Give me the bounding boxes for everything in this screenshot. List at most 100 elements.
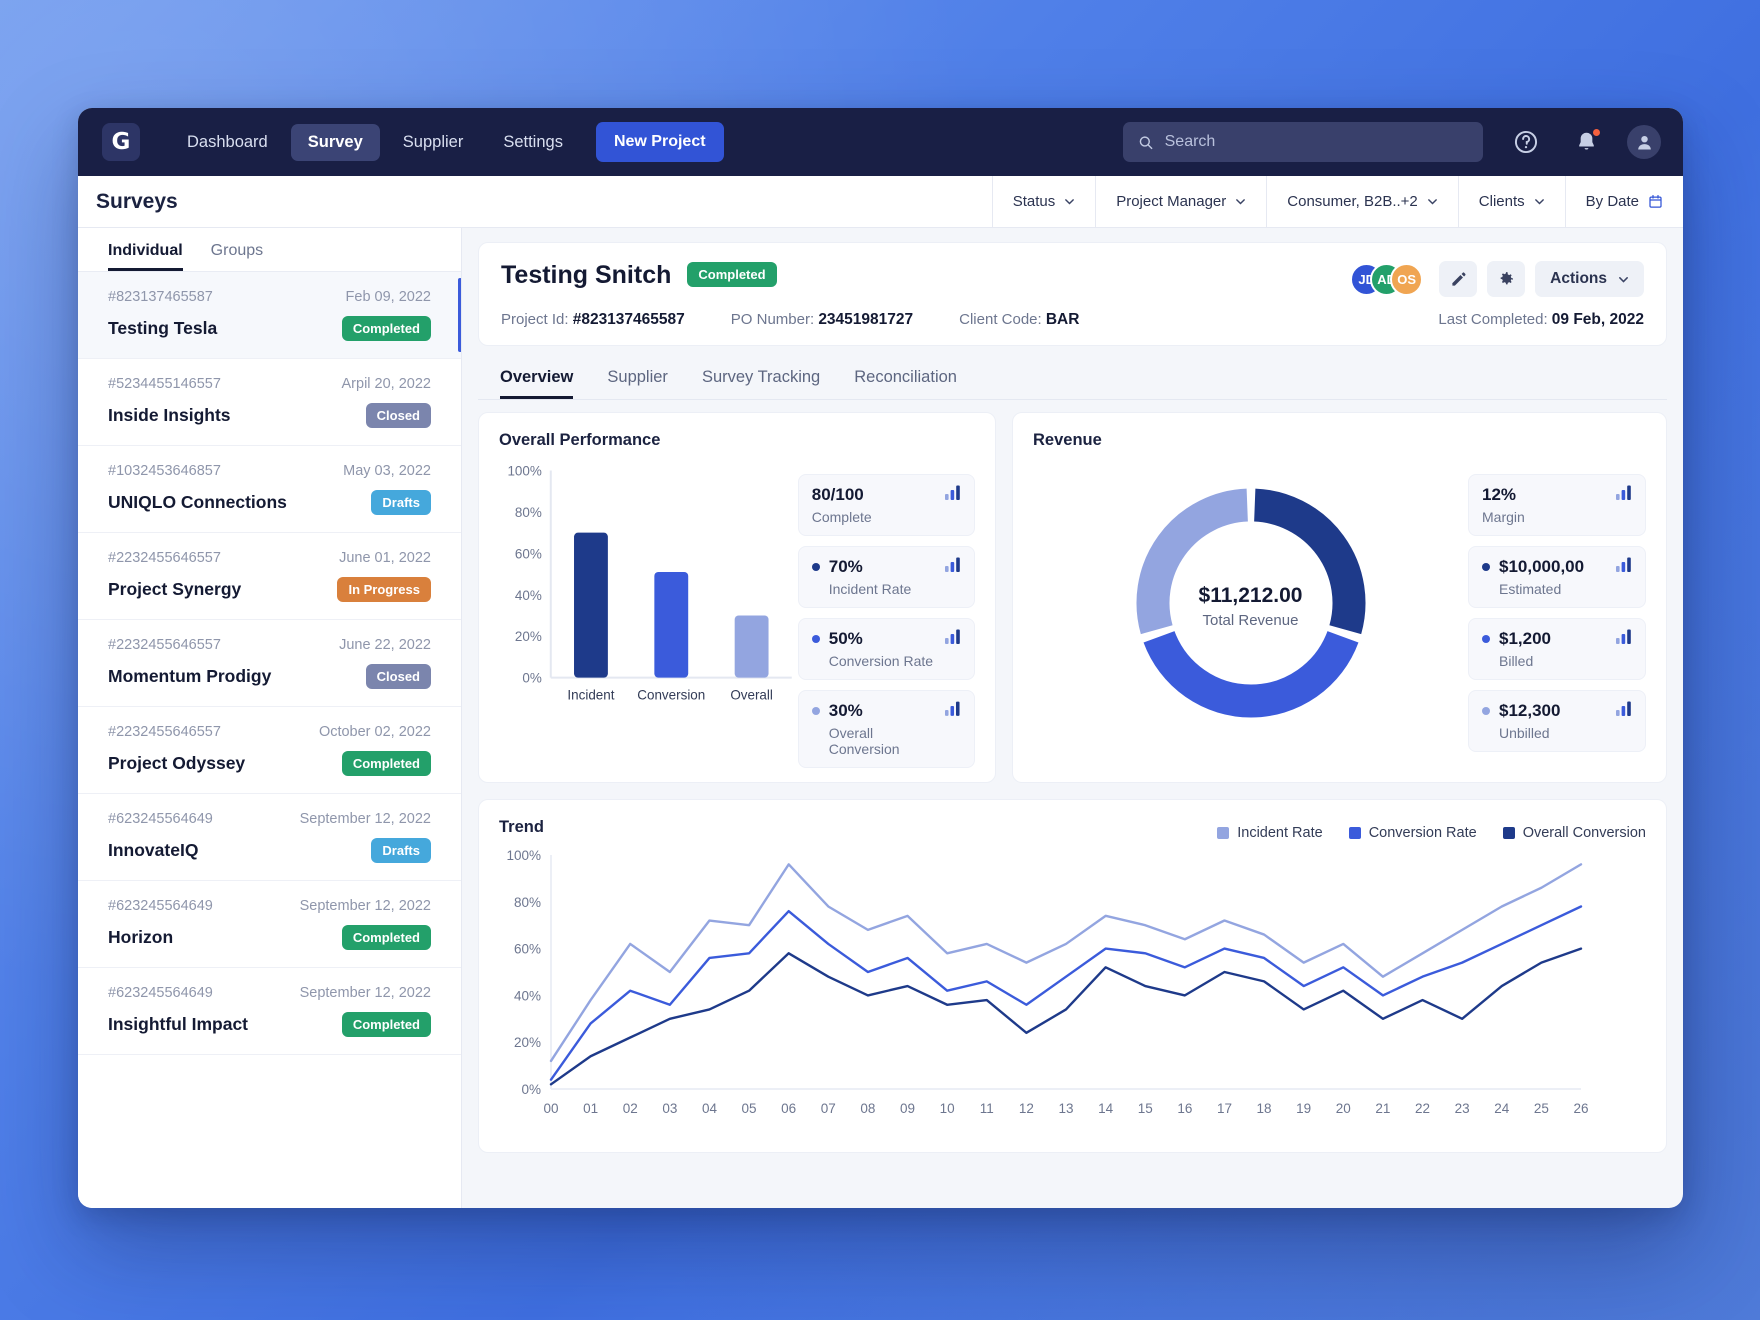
- list-item-status-badge: Closed: [365, 664, 431, 689]
- list-item[interactable]: #2232455646557 June 22, 2022 Momentum Prod…: [78, 620, 461, 707]
- revenue-card: Revenue $11,212.00 Total Revenue 12% Marg…: [1012, 412, 1667, 783]
- list-item[interactable]: #5234455146557 Arpil 20, 2022 Inside Insig…: [78, 359, 461, 446]
- chevron-down-icon: [1427, 199, 1437, 205]
- list-item[interactable]: #623245564649 September 12, 2022 Horizon Co…: [78, 881, 461, 968]
- new-project-button[interactable]: New Project: [595, 122, 724, 162]
- legend-item: Overall Conversion: [1502, 825, 1646, 841]
- bar-chart-icon: [1616, 701, 1631, 716]
- app-logo[interactable]: G: [102, 123, 140, 161]
- help-button[interactable]: [1509, 125, 1543, 159]
- list-item[interactable]: #623245564649 September 12, 2022 InnovateI…: [78, 794, 461, 881]
- svg-text:Overall: Overall: [730, 688, 773, 703]
- client-code-meta: Client Code: BAR: [959, 311, 1079, 329]
- stat-value: $10,000,00: [1499, 557, 1585, 576]
- trend-title: Trend: [499, 818, 544, 836]
- project-title: Testing Snitch: [501, 261, 672, 289]
- svg-text:20: 20: [1336, 1101, 1351, 1116]
- user-avatar-button[interactable]: [1627, 125, 1661, 159]
- stat-card: 50% Conversion Rate: [797, 618, 975, 680]
- list-item-id: #5234455146557: [108, 376, 221, 392]
- svg-text:22: 22: [1415, 1101, 1430, 1116]
- nav-link-dashboard[interactable]: Dashboard: [170, 124, 285, 161]
- search-input[interactable]: [1164, 133, 1468, 151]
- stat-card: $10,000,00 Estimated: [1468, 546, 1646, 608]
- stat-label: Conversion Rate: [828, 653, 934, 669]
- tab-survey-tracking[interactable]: Survey Tracking: [702, 360, 820, 399]
- list-item-status-badge: Completed: [341, 751, 431, 776]
- list-item[interactable]: #623245564649 September 12, 2022 Insightfu…: [78, 968, 461, 1055]
- bar-chart-icon: [1616, 629, 1631, 644]
- svg-text:13: 13: [1058, 1101, 1073, 1116]
- stat-value: 50%: [828, 629, 863, 648]
- settings-button[interactable]: [1487, 261, 1526, 297]
- nav-link-settings[interactable]: Settings: [486, 124, 580, 161]
- client-code-value: BAR: [1045, 311, 1080, 328]
- project-detail-header: Testing Snitch Completed JD AD OS Action…: [478, 242, 1667, 346]
- project-id-value: #823137465587: [572, 311, 685, 328]
- edit-button[interactable]: [1439, 261, 1478, 297]
- top-navigation-bar: G Dashboard Survey Supplier Settings New…: [78, 108, 1683, 176]
- stat-value-row: 50%: [811, 629, 933, 649]
- filter-consumer-label: Consumer, B2B..+2: [1287, 193, 1418, 210]
- svg-text:40%: 40%: [515, 588, 542, 603]
- list-item[interactable]: #823137465587 Feb 09, 2022 Testing Tesla Co…: [78, 272, 461, 359]
- list-item-date: May 03, 2022: [343, 463, 431, 479]
- nav-link-survey[interactable]: Survey: [290, 123, 380, 161]
- stat-label: Billed: [1499, 653, 1534, 669]
- list-item[interactable]: #1032453646857 May 03, 2022 UNIQLO Connect…: [78, 446, 461, 533]
- svg-text:09: 09: [900, 1101, 915, 1116]
- nav-link-supplier[interactable]: Supplier: [386, 124, 481, 161]
- filter-project-manager[interactable]: Project Manager: [1095, 176, 1266, 227]
- last-completed-meta: Last Completed: 09 Feb, 2022: [1438, 311, 1644, 329]
- tab-individual[interactable]: Individual: [108, 242, 183, 271]
- bar-chart-icon: [945, 701, 960, 716]
- bar-chart-icon: [945, 629, 960, 644]
- filter-consumer[interactable]: Consumer, B2B..+2: [1266, 176, 1458, 227]
- stat-value-row: 12%: [1482, 485, 1525, 505]
- svg-text:21: 21: [1375, 1101, 1390, 1116]
- list-item[interactable]: #2232455646557 October 02, 2022 Project Od…: [78, 707, 461, 794]
- list-item-id: #2232455646557: [108, 724, 221, 740]
- stat-value-row: $12,300: [1482, 701, 1560, 721]
- list-item[interactable]: #2232455646557 June 01, 2022 Project Syner…: [78, 533, 461, 620]
- svg-text:00: 00: [543, 1101, 558, 1116]
- user-avatar-icon: [1637, 135, 1651, 149]
- filter-clients[interactable]: Clients: [1457, 176, 1565, 227]
- svg-text:Incident: Incident: [567, 688, 614, 703]
- po-number-meta: PO Number: 23451981727: [731, 311, 913, 329]
- svg-text:07: 07: [821, 1101, 836, 1116]
- tab-supplier[interactable]: Supplier: [607, 360, 668, 399]
- revenue-stat-list: 12% Margin $10,000,00 Estimated $1,200 Billed…: [1468, 460, 1646, 752]
- svg-text:14: 14: [1098, 1101, 1114, 1116]
- list-item-name: InnovateIQ: [108, 840, 199, 860]
- filter-by-date-label: By Date: [1585, 193, 1639, 210]
- tab-reconciliation[interactable]: Reconciliation: [854, 360, 957, 399]
- stat-label: Estimated: [1499, 581, 1562, 597]
- svg-text:08: 08: [860, 1101, 875, 1116]
- legend-label: Incident Rate: [1237, 824, 1323, 841]
- tab-overview[interactable]: Overview: [500, 360, 573, 399]
- svg-text:60%: 60%: [514, 942, 541, 957]
- svg-text:18: 18: [1257, 1101, 1272, 1116]
- overall-performance-card: Overall Performance 0% 20% 40% 60% 80% 100% In…: [478, 412, 996, 783]
- svg-text:100%: 100%: [506, 848, 541, 863]
- svg-text:80%: 80%: [515, 505, 542, 520]
- assignee-avatar-stack[interactable]: JD AD OS: [1350, 262, 1424, 296]
- list-item-name: Insightful Impact: [108, 1014, 248, 1034]
- actions-label: Actions: [1550, 270, 1607, 287]
- notifications-button[interactable]: [1569, 125, 1603, 159]
- filter-by-date[interactable]: By Date: [1564, 176, 1683, 227]
- list-item-date: October 02, 2022: [318, 724, 431, 740]
- list-item-date: September 12, 2022: [299, 985, 431, 1001]
- filter-clients-label: Clients: [1478, 193, 1525, 210]
- svg-text:04: 04: [702, 1101, 718, 1116]
- filter-status[interactable]: Status: [991, 176, 1096, 227]
- tab-groups[interactable]: Groups: [211, 242, 263, 271]
- trend-legend: Incident Rate Conversion Rate Overall Conv…: [1217, 825, 1646, 841]
- actions-button[interactable]: Actions: [1535, 261, 1644, 297]
- stat-card: 12% Margin: [1468, 474, 1646, 536]
- revenue-total: $11,212.00: [1198, 583, 1303, 607]
- search-box[interactable]: [1123, 122, 1483, 162]
- list-item-name: Momentum Prodigy: [108, 666, 272, 686]
- list-item-date: September 12, 2022: [299, 811, 431, 827]
